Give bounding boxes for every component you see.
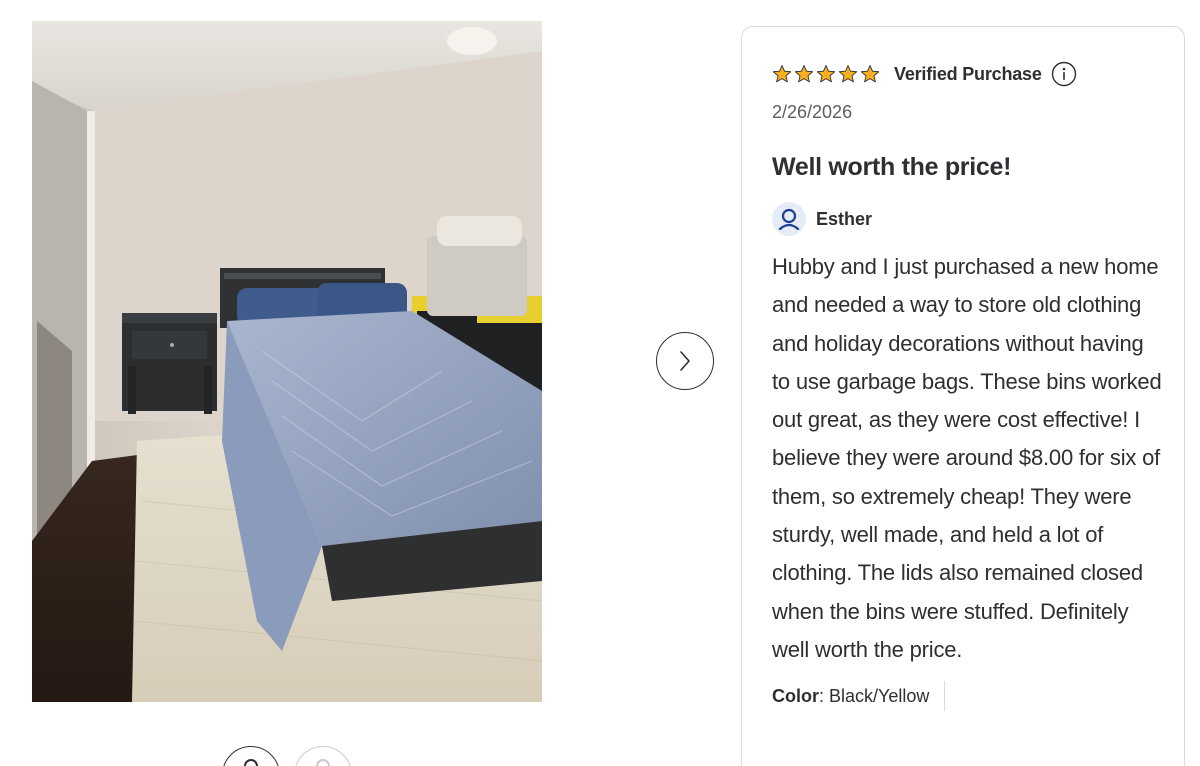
avatar <box>772 202 806 236</box>
info-icon[interactable] <box>1051 61 1077 87</box>
rating-row: Verified Purchase <box>772 61 1154 87</box>
star-icon <box>816 65 836 83</box>
next-photo-button[interactable] <box>656 332 714 390</box>
divider <box>944 681 946 712</box>
chevron-right-icon <box>680 351 690 371</box>
attribute-value: : Black/Yellow <box>819 685 930 706</box>
verified-purchase-label: Verified Purchase <box>894 63 1042 84</box>
thumbnail[interactable] <box>294 746 352 766</box>
star-icon <box>838 65 858 83</box>
star-icon <box>794 65 814 83</box>
attribute-label: Color <box>772 685 819 706</box>
star-icon <box>772 65 792 83</box>
reviewer-name: Esther <box>816 208 873 229</box>
product-attribute: Color : Black/Yellow <box>772 681 1154 712</box>
thumbnail-selected[interactable] <box>222 746 280 766</box>
review-card: Verified Purchase 2/26/2026 Well worth t… <box>741 26 1185 766</box>
star-icon <box>860 65 880 83</box>
review-body: Hubby and I just purchased a new home an… <box>772 254 1162 662</box>
reviewer: Esther <box>772 202 1154 236</box>
bedroom-photo-image <box>32 21 542 702</box>
photo-thumbnails <box>222 746 352 766</box>
review-date: 2/26/2026 <box>772 102 853 122</box>
user-icon <box>778 208 800 230</box>
review-photo[interactable] <box>32 21 542 702</box>
star-rating <box>772 64 880 84</box>
review-title: Well worth the price! <box>772 153 1012 181</box>
